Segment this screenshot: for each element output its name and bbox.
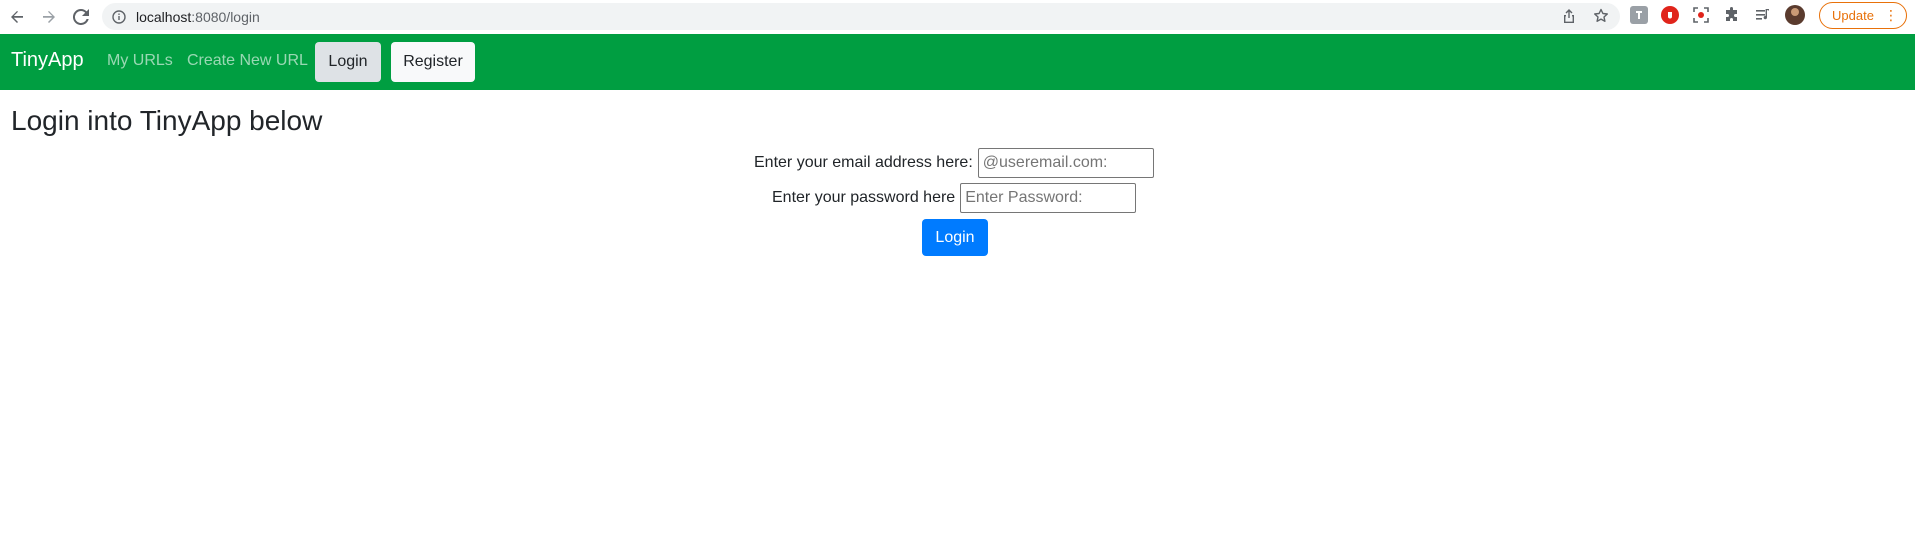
nav-link-create-new-url[interactable]: Create New URL — [187, 52, 308, 70]
reload-icon[interactable] — [71, 7, 91, 27]
info-icon[interactable] — [112, 9, 126, 24]
password-field[interactable] — [960, 183, 1137, 213]
nav-login-button[interactable]: Login — [315, 42, 381, 82]
login-submit-button[interactable]: Login — [922, 219, 988, 256]
page-title: Login into TinyApp below — [11, 105, 323, 136]
password-label: Enter your password here — [772, 189, 956, 206]
bookmark-star-icon[interactable] — [1592, 7, 1610, 25]
puzzle-icon[interactable] — [1723, 6, 1741, 24]
forward-arrow-icon[interactable] — [39, 7, 59, 27]
email-label: Enter your email address here: — [754, 154, 973, 171]
profile-avatar[interactable] — [1785, 5, 1805, 25]
screenshot-icon[interactable] — [1692, 6, 1710, 24]
update-label: Update — [1832, 8, 1874, 23]
url-text[interactable]: localhost:8080/login — [136, 9, 260, 25]
extension-icon[interactable] — [1630, 6, 1648, 24]
reading-list-icon[interactable] — [1754, 6, 1772, 24]
url-path: :8080/login — [191, 8, 260, 25]
share-icon[interactable] — [1560, 7, 1578, 25]
more-menu-icon[interactable]: ⋮ — [1884, 7, 1898, 23]
brand-link[interactable]: TinyApp — [11, 49, 84, 72]
update-button[interactable]: Update ⋮ — [1819, 2, 1907, 29]
nav-register-button[interactable]: Register — [391, 42, 475, 82]
address-bar[interactable]: localhost:8080/login — [102, 3, 1620, 30]
adblock-icon[interactable] — [1661, 6, 1679, 24]
app-navbar: TinyApp My URLs Create New URL Login Reg… — [0, 34, 1915, 90]
email-field[interactable] — [977, 148, 1154, 178]
email-row: Enter your email address here: — [754, 148, 1154, 178]
password-row: Enter your password here — [772, 183, 1137, 213]
browser-toolbar: localhost:8080/login Update ⋮ — [0, 0, 1915, 35]
url-host: localhost — [136, 8, 192, 25]
back-arrow-icon[interactable] — [7, 7, 27, 27]
nav-link-my-urls[interactable]: My URLs — [107, 52, 173, 70]
